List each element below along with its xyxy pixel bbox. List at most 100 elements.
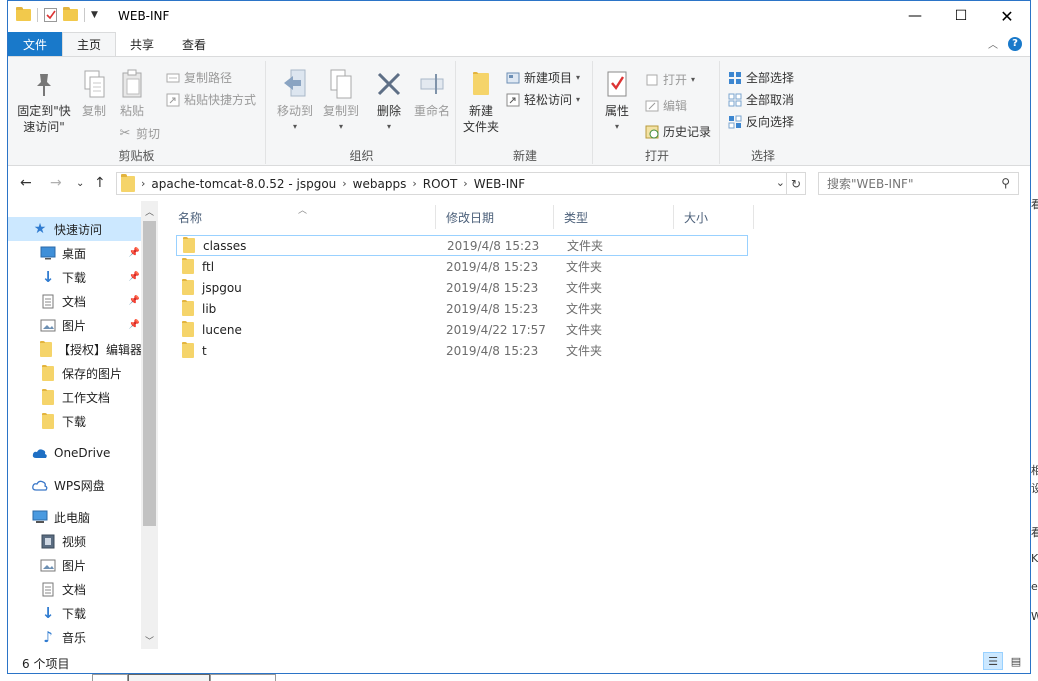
- nav-item-videos[interactable]: 视频: [8, 529, 142, 553]
- nav-wps-drive[interactable]: WPS网盘: [8, 473, 142, 497]
- nav-item-downloads[interactable]: ↓ 下载 📌: [8, 265, 142, 289]
- new-folder-icon: [466, 67, 496, 101]
- search-box[interactable]: ⚲: [818, 172, 1019, 195]
- nav-item-downloads[interactable]: ↓ 下载: [8, 601, 142, 625]
- pin-to-quick-access-button[interactable]: 固定到"快 速访问": [14, 67, 74, 135]
- breadcrumb-item[interactable]: ROOT: [423, 177, 458, 191]
- new-folder-button[interactable]: 新建 文件夹: [460, 67, 502, 135]
- file-row[interactable]: t 2019/4/8 15:23 文件夹: [176, 340, 748, 361]
- folder-icon: [183, 237, 195, 253]
- delete-button[interactable]: 删除 ▾: [372, 67, 406, 135]
- properties-button[interactable]: 属性 ▾: [599, 67, 635, 135]
- tab-file[interactable]: 文件: [8, 32, 63, 56]
- file-row[interactable]: lucene 2019/4/22 17:57 文件夹: [176, 319, 748, 340]
- invert-selection-button[interactable]: 反向选择: [728, 113, 794, 130]
- pin-icon[interactable]: 📌: [129, 296, 140, 306]
- pin-icon[interactable]: 📌: [129, 248, 140, 258]
- tab-home[interactable]: 主页: [62, 32, 117, 56]
- copy-button[interactable]: 复制: [76, 67, 112, 119]
- folder-icon: [121, 173, 135, 192]
- nav-item-folder[interactable]: 工作文档: [8, 385, 142, 409]
- file-row[interactable]: classes 2019/4/8 15:23 文件夹: [176, 235, 748, 256]
- navigation-pane: ★ 快速访问 桌面 📌 ↓ 下载 📌 文档 📌 图片 📌 【授权】编辑器 保存的…: [8, 201, 158, 649]
- folder-icon: [40, 364, 56, 381]
- scroll-down-chevron-icon[interactable]: ﹀: [141, 632, 158, 649]
- file-row[interactable]: jspgou 2019/4/8 15:23 文件夹: [176, 277, 748, 298]
- easy-access-button[interactable]: 轻松访问 ▾: [506, 91, 580, 108]
- edit-button[interactable]: 编辑: [645, 97, 687, 114]
- nav-pane-scrollbar[interactable]: ︿ ﹀: [141, 201, 158, 649]
- close-button[interactable]: ✕: [984, 1, 1030, 31]
- breadcrumb-chevron-icon[interactable]: ›: [463, 177, 467, 190]
- search-input[interactable]: [827, 176, 992, 191]
- new-folder-icon[interactable]: [63, 7, 78, 21]
- select-none-button[interactable]: 全部取消: [728, 91, 794, 108]
- column-header-modified[interactable]: 修改日期: [436, 205, 554, 229]
- pin-icon[interactable]: 📌: [129, 272, 140, 282]
- invert-selection-icon: [728, 115, 742, 129]
- wps-cloud-icon: [32, 477, 48, 493]
- nav-item-music[interactable]: ♪ 音乐: [8, 625, 142, 649]
- search-icon[interactable]: ⚲: [1001, 176, 1010, 190]
- nav-item-desktop[interactable]: 桌面 📌: [8, 241, 142, 265]
- address-dropdown-chevron-icon[interactable]: ⌄: [776, 176, 785, 189]
- up-arrow-icon[interactable]: ↑: [94, 175, 106, 191]
- paste-button[interactable]: 粘贴: [114, 67, 150, 119]
- new-item-button[interactable]: 新建项目 ▾: [506, 69, 580, 86]
- nav-quick-access[interactable]: ★ 快速访问: [8, 217, 142, 241]
- cut-button[interactable]: ✂ 剪切: [118, 125, 160, 142]
- column-header-size[interactable]: 大小: [674, 205, 754, 229]
- breadcrumb-chevron-icon[interactable]: ›: [342, 177, 346, 190]
- refresh-icon[interactable]: ↻: [786, 173, 805, 194]
- minimize-button[interactable]: —: [892, 1, 938, 31]
- rename-button[interactable]: 重命名: [412, 67, 452, 119]
- collapse-ribbon-chevron-icon[interactable]: ︿: [988, 36, 998, 51]
- picture-icon: [40, 557, 56, 573]
- nav-onedrive[interactable]: OneDrive: [8, 441, 142, 465]
- back-arrow-icon[interactable]: ←: [20, 175, 32, 191]
- column-header-name[interactable]: ︿ 名称: [168, 205, 436, 229]
- help-icon[interactable]: ?: [1008, 36, 1022, 51]
- move-to-button[interactable]: 移动到 ▾: [274, 67, 316, 135]
- nav-item-folder[interactable]: 保存的图片: [8, 361, 142, 385]
- open-button[interactable]: 打开 ▾: [645, 71, 695, 88]
- quick-access-toolbar: ▼: [16, 7, 98, 22]
- select-all-button[interactable]: 全部选择: [728, 69, 794, 86]
- breadcrumb-item[interactable]: apache-tomcat-8.0.52 - jspgou: [151, 177, 336, 191]
- details-view-icon[interactable]: ☰: [983, 652, 1003, 670]
- copy-to-button[interactable]: 复制到 ▾: [318, 67, 364, 135]
- scroll-up-chevron-icon[interactable]: ︿: [141, 203, 158, 220]
- address-bar[interactable]: › apache-tomcat-8.0.52 - jspgou › webapp…: [116, 172, 806, 195]
- nav-item-folder[interactable]: 下载: [8, 409, 142, 433]
- customize-toolbar-chevron-icon[interactable]: ▼: [91, 10, 98, 20]
- scrollbar-thumb[interactable]: [143, 221, 156, 526]
- tab-share[interactable]: 共享: [116, 32, 168, 56]
- nav-this-pc[interactable]: 此电脑: [8, 505, 142, 529]
- large-icons-view-icon[interactable]: ▤: [1006, 652, 1026, 670]
- paste-shortcut-button[interactable]: 粘贴快捷方式: [166, 91, 256, 108]
- maximize-button[interactable]: ☐: [938, 1, 984, 31]
- column-header-type[interactable]: 类型: [554, 205, 674, 229]
- forward-arrow-icon[interactable]: →: [50, 175, 62, 191]
- breadcrumb-chevron-icon[interactable]: ›: [141, 177, 145, 190]
- tab-view[interactable]: 查看: [168, 32, 220, 56]
- nav-item-pictures[interactable]: 图片: [8, 553, 142, 577]
- file-row[interactable]: ftl 2019/4/8 15:23 文件夹: [176, 256, 748, 277]
- properties-check-icon[interactable]: [44, 8, 57, 22]
- nav-item-documents[interactable]: 文档 📌: [8, 289, 142, 313]
- copy-path-button[interactable]: 复制路径: [166, 69, 232, 86]
- sort-ascending-icon: ︿: [298, 206, 308, 216]
- history-button[interactable]: 历史记录: [645, 123, 711, 140]
- pin-icon[interactable]: 📌: [129, 320, 140, 330]
- file-row[interactable]: lib 2019/4/8 15:23 文件夹: [176, 298, 748, 319]
- breadcrumb-item[interactable]: webapps: [353, 177, 407, 191]
- recent-locations-chevron-icon[interactable]: ⌄: [76, 178, 84, 189]
- music-note-icon: ♪: [43, 628, 53, 646]
- breadcrumb-item[interactable]: WEB-INF: [474, 177, 525, 191]
- nav-item-folder[interactable]: 【授权】编辑器: [8, 337, 142, 361]
- copy-to-icon: [326, 67, 356, 101]
- nav-item-documents[interactable]: 文档: [8, 577, 142, 601]
- nav-item-pictures[interactable]: 图片 📌: [8, 313, 142, 337]
- breadcrumb-chevron-icon[interactable]: ›: [412, 177, 416, 190]
- select-none-icon: [728, 93, 742, 107]
